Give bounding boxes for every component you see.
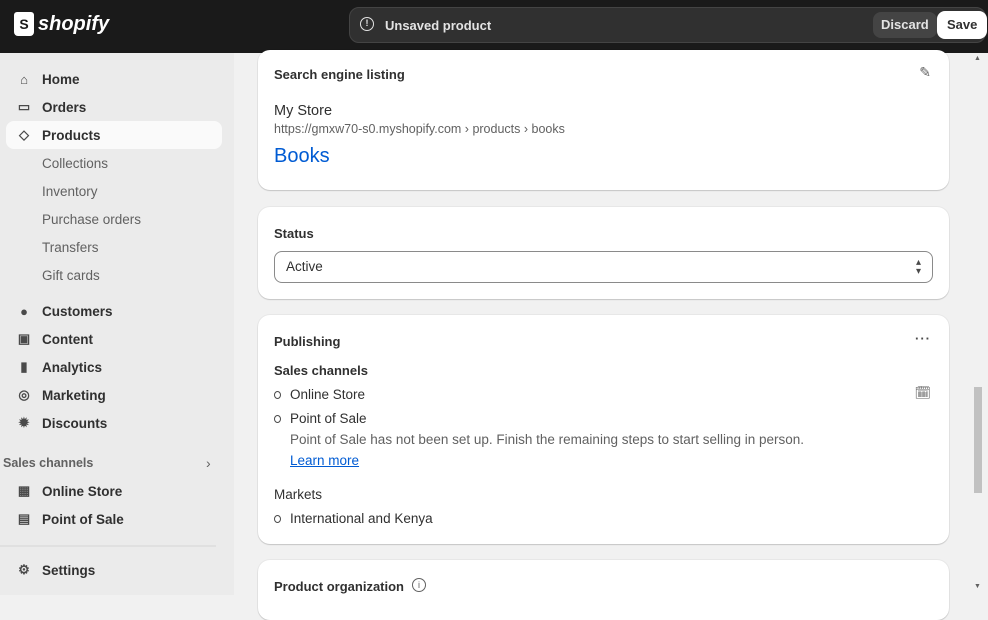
nav-label: Discounts <box>42 415 108 431</box>
circle-icon <box>274 391 281 399</box>
sidebar-item-analytics[interactable]: ▮ Analytics <box>6 353 222 381</box>
scroll-up-icon[interactable]: ▲ <box>974 55 981 62</box>
pos-icon: ▤ <box>17 511 31 526</box>
nav-label: Content <box>42 331 93 347</box>
seo-page-title: Books <box>274 145 330 167</box>
sidebar-item-home[interactable]: ⌂ Home <box>6 65 222 93</box>
channel-online-store: Online Store <box>290 387 366 402</box>
nav-label: Settings <box>42 562 96 578</box>
product-organization-card: Product organization i <box>258 560 949 620</box>
market-item: International and Kenya <box>290 511 433 526</box>
seo-url: https://gmxw70-s0.myshopify.com › produc… <box>274 122 565 136</box>
sidebar-item-marketing[interactable]: ◎ Marketing <box>6 381 222 409</box>
shopify-logo[interactable]: Sshopify <box>14 12 109 36</box>
inbox-icon: ▭ <box>17 99 31 114</box>
edit-pencil-icon[interactable]: ✎ <box>919 64 931 81</box>
select-arrows-icon: ▴ ▾ <box>915 257 921 277</box>
learn-more-link[interactable]: Learn more <box>290 453 359 468</box>
sidebar-item-collections[interactable]: Collections <box>42 156 108 171</box>
nav-label: Analytics <box>42 359 103 375</box>
sidebar-item-purchase-orders[interactable]: Purchase orders <box>42 212 141 227</box>
calendar-schedule-icon[interactable]: 🗓 <box>914 385 931 401</box>
bar-chart-icon: ▮ <box>20 359 28 374</box>
person-icon: ● <box>20 303 28 319</box>
nav-label: Online Store <box>42 483 123 499</box>
save-button[interactable]: Save <box>937 11 988 39</box>
scrollbar[interactable]: ▲ ▼ <box>970 53 988 595</box>
chevron-right-icon[interactable]: › <box>206 455 211 471</box>
circle-icon <box>274 415 281 423</box>
sidebar-item-content[interactable]: ▣ Content <box>6 325 222 353</box>
alert-icon: ! <box>360 17 374 31</box>
publishing-card: Publishing ··· Sales channels Online Sto… <box>258 315 949 544</box>
circle-icon <box>274 515 281 523</box>
nav-label: Orders <box>42 99 87 115</box>
shopify-bag-icon: S <box>14 12 34 36</box>
scroll-down-icon[interactable]: ▼ <box>974 583 981 590</box>
brand-name: shopify <box>38 12 110 35</box>
tag-icon: ◇ <box>19 127 29 142</box>
gear-icon: ⚙ <box>18 562 30 577</box>
nav-label: Products <box>42 127 101 143</box>
nav-label: Marketing <box>42 387 106 403</box>
status-value: Active <box>286 259 323 274</box>
sidebar-item-products[interactable]: ◇ Products <box>6 121 222 149</box>
sidebar-item-customers[interactable]: ● Customers <box>6 297 222 325</box>
unsaved-text: Unsaved product <box>385 18 492 33</box>
pos-note: Point of Sale has not been set up. Finis… <box>290 432 805 447</box>
sidebar-item-inventory[interactable]: Inventory <box>42 184 98 199</box>
more-options-icon[interactable]: ··· <box>915 331 931 346</box>
sidebar-item-settings[interactable]: ⚙ Settings <box>6 556 222 584</box>
nav-label: Customers <box>42 303 113 319</box>
sidebar-item-orders[interactable]: ▭ Orders <box>6 93 222 121</box>
nav-label: Point of Sale <box>42 511 124 527</box>
sidebar-item-online-store[interactable]: ▦ Online Store <box>6 477 222 505</box>
status-title: Status <box>274 226 314 241</box>
nav-label: Home <box>42 71 80 87</box>
store-icon: ▦ <box>17 483 31 498</box>
status-card: Status Active ▴ ▾ <box>258 207 949 299</box>
sidebar-item-point-of-sale[interactable]: ▤ Point of Sale <box>6 505 222 533</box>
discard-button[interactable]: Discard <box>873 12 937 38</box>
seo-title: Search engine listing <box>274 67 405 82</box>
discount-icon: ✹ <box>18 415 30 430</box>
organization-title: Product organization <box>274 579 404 594</box>
scrollbar-thumb[interactable] <box>974 387 982 493</box>
home-icon: ⌂ <box>20 71 28 87</box>
sidebar-item-discounts[interactable]: ✹ Discounts <box>6 409 222 437</box>
publishing-title: Publishing <box>274 334 341 349</box>
target-icon: ◎ <box>18 387 30 402</box>
top-bar: Sshopify ! Unsaved product Discard Save <box>0 0 988 53</box>
divider <box>0 545 216 547</box>
unsaved-bar: ! Unsaved product Discard Save <box>349 7 988 43</box>
sidebar-item-gift-cards[interactable]: Gift cards <box>42 268 100 283</box>
info-icon[interactable]: i <box>412 578 426 592</box>
image-icon: ▣ <box>17 331 31 346</box>
sidebar-item-transfers[interactable]: Transfers <box>42 240 99 255</box>
status-select[interactable]: Active ▴ ▾ <box>274 251 933 283</box>
channel-point-of-sale: Point of Sale <box>290 411 367 426</box>
seo-card: Search engine listing ✎ My Store https:/… <box>258 50 949 190</box>
sidebar: ⌂ Home ▭ Orders ◇ Products Collections Inve… <box>0 53 234 595</box>
sales-channels-label: Sales channels <box>3 456 94 470</box>
markets-heading: Markets <box>274 487 323 502</box>
sales-channels-heading: Sales channels <box>274 363 368 378</box>
seo-store-name: My Store <box>274 103 333 119</box>
